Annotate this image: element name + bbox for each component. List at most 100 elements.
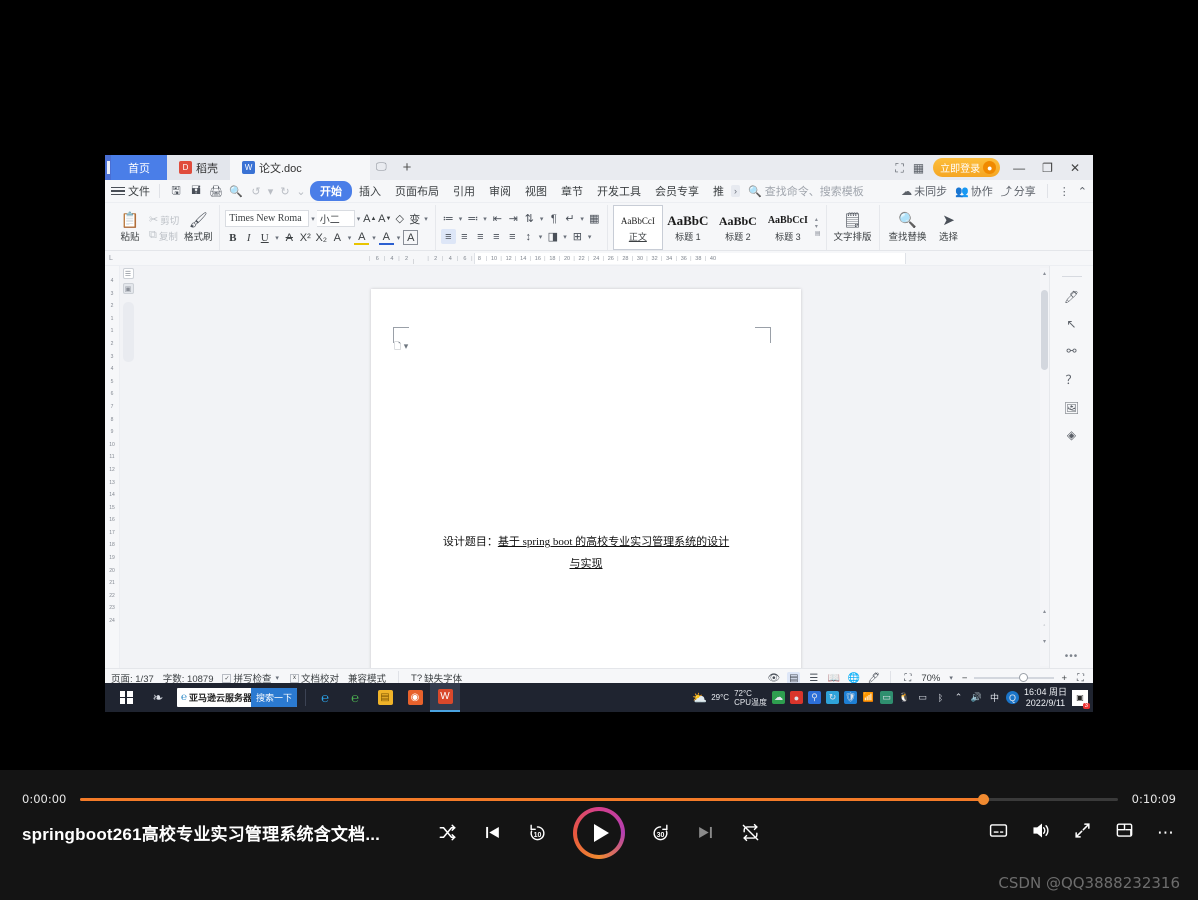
numbering-caret-icon[interactable]: ▾ [481,215,489,223]
settings-sliders-icon[interactable]: ⚯ [1066,344,1076,358]
font-family-caret-icon[interactable]: ▾ [309,215,317,223]
forward-30-icon[interactable]: 30 [651,823,670,842]
zoom-slider[interactable] [974,673,1055,682]
highlight-caret-icon[interactable]: ▾ [370,234,378,242]
sort-caret-icon[interactable]: ▾ [538,215,546,223]
ribbon-tab-review[interactable]: 审阅 [482,182,518,200]
ime-indicator[interactable]: 中 [988,691,1001,704]
taskbar-app-icon[interactable]: ◉ [400,683,430,712]
taskbar-browser-icon[interactable]: ℮ [340,683,370,712]
format-painter-button[interactable]: 🖌 格式刷 [182,205,214,250]
teamviewer-icon[interactable]: ↻ [825,691,839,704]
style-gallery-expand-icon[interactable]: ▤ [815,231,821,237]
collaborate-button[interactable]: 👥 协作 [955,183,993,199]
image-tools-icon[interactable]: 🖼 [1064,401,1079,415]
style-heading2[interactable]: AaBbC 标题 2 [713,205,763,250]
shield-security-icon[interactable]: 🛡 [843,691,857,704]
next-track-icon[interactable] [696,823,715,842]
gutter-scroll-track[interactable] [122,302,134,362]
shuffle-icon[interactable] [438,823,457,842]
bluetooth-icon[interactable]: ᛒ [934,691,947,704]
monitor-icon[interactable]: 🖵 [370,155,393,180]
mini-player-icon[interactable] [1115,821,1134,844]
taskbar-wps-icon[interactable]: W [430,683,460,712]
zoom-caret-icon[interactable]: ▾ [947,674,955,682]
style-scroll-up-icon[interactable]: ▴ [815,217,821,223]
redo-icon[interactable]: ↻ [276,182,294,200]
zoom-slider-knob[interactable] [1019,673,1029,682]
shrink-font-button[interactable]: A ▼ [377,211,392,226]
ribbon-tab-recommend[interactable]: 推 [706,182,731,200]
grid-apps-icon[interactable]: ▦ [913,162,924,174]
print-icon[interactable]: 🖨 [207,182,225,200]
bullets-caret-icon[interactable]: ▾ [457,215,465,223]
font-color-button[interactable]: A [378,230,394,245]
text-layout-button[interactable]: 🗒 文字排版 [832,205,874,250]
highlight-button[interactable]: A [354,230,370,245]
repeat-off-icon[interactable] [741,823,760,842]
share-button[interactable]: ⤴ 分享 [1001,183,1036,199]
zoom-out-button[interactable]: − [962,673,968,684]
minimize-button[interactable]: — [1009,161,1029,175]
command-search[interactable]: 🔍 查找命令、搜索模板 [748,183,864,199]
rewind-10-icon[interactable]: 10 [528,823,547,842]
close-button[interactable]: ✕ [1066,161,1084,175]
borders-button[interactable]: ⊞ [570,229,585,244]
pinyin-guide-button[interactable]: 变 [407,211,422,226]
document-area[interactable]: 4 3 2 1 1 2 3 4 5 6 7 8 9 10 11 12 13 14… [105,266,1093,668]
more-options-icon[interactable]: ⋯ [1157,823,1176,843]
font-size-caret-icon[interactable]: ▾ [355,215,363,223]
line-spacing-caret-icon[interactable]: ▾ [537,233,545,241]
antivirus-icon[interactable]: ● [789,691,803,704]
vertical-ruler[interactable]: 4 3 2 1 1 2 3 4 5 6 7 8 9 10 11 12 13 14… [105,266,120,668]
new-tab-button[interactable]: + [393,155,422,180]
grow-font-button[interactable]: A ▲ [362,211,377,226]
start-button[interactable] [109,683,143,712]
save-icon[interactable]: 🖫 [167,182,185,200]
seek-bar[interactable] [80,793,1118,805]
notification-center-button[interactable]: ▣ 3 [1072,689,1090,709]
ribbon-tab-page-layout[interactable]: 页面布局 [388,182,446,200]
ribbon-tab-view[interactable]: 视图 [518,182,554,200]
security-shield-icon[interactable]: ◈ [1067,428,1076,442]
shading-caret-icon[interactable]: ▾ [561,233,569,241]
qq-penguin-icon[interactable]: 🐧 [898,691,911,704]
taskbar-clock[interactable]: 16:04 周日 2022/9/11 [1024,687,1067,708]
customize-qat-icon[interactable]: ⌄ [296,182,306,200]
document-page[interactable]: 🗋 ▾ 设计题目：基于 spring boot 的高校专业实习管理系统的设计 与… [371,289,801,668]
ribbon-more-arrow-icon[interactable]: › [731,185,740,197]
scroll-up-icon[interactable]: ▴ [1041,270,1048,277]
italic-button[interactable]: I [241,230,256,245]
strikethrough-button[interactable]: A [282,230,297,245]
print-preview-icon[interactable]: 🔍 [227,182,245,200]
shading-button[interactable]: ◨ [545,229,560,244]
overflow-menu-icon[interactable]: ⋮ [1059,185,1070,198]
fullscreen-expand-icon[interactable] [1073,821,1092,844]
collapse-ribbon-icon[interactable]: ⌃ [1078,185,1087,198]
subtitles-icon[interactable] [989,821,1008,844]
usb-icon[interactable]: ⚲ [807,691,821,704]
sync-status[interactable]: ☁ 未同步 [901,183,947,199]
sort-button[interactable]: ⇅ [522,211,537,226]
tab-home[interactable]: 首页 [111,155,167,180]
style-heading3[interactable]: AaBbCcI 标题 3 [763,205,813,250]
style-heading1[interactable]: AaBbC 标题 1 [663,205,713,250]
taskbar-ie-icon[interactable]: ℮ [310,683,340,712]
align-left-button[interactable]: ≡ [440,229,456,244]
line-numbers-button[interactable]: ↵ [562,211,577,226]
borders-caret-icon[interactable]: ▾ [586,233,594,241]
style-scroll-down-icon[interactable]: ▾ [815,224,821,230]
font-color-caret-icon[interactable]: ▾ [395,234,403,242]
scroll-page-up-icon[interactable]: ▴ [1041,608,1048,615]
numbering-button[interactable]: ≕ [465,211,480,226]
text-effects-button[interactable]: A [330,230,345,245]
justify-button[interactable]: ≡ [489,229,504,244]
page-object-icon[interactable]: 🗋 ▾ [394,339,408,355]
select-cursor-icon[interactable]: ↖ [1066,317,1076,331]
cpu-temp-widget[interactable]: 72°C CPU温度 [734,689,767,707]
battery-icon[interactable]: ▭ [916,691,929,704]
underline-caret-icon[interactable]: ▾ [273,234,281,242]
ruler-grid-button[interactable]: ▦ [587,211,602,226]
cloud-drive-icon[interactable]: ☁ [771,691,785,704]
play-button[interactable] [573,806,625,859]
